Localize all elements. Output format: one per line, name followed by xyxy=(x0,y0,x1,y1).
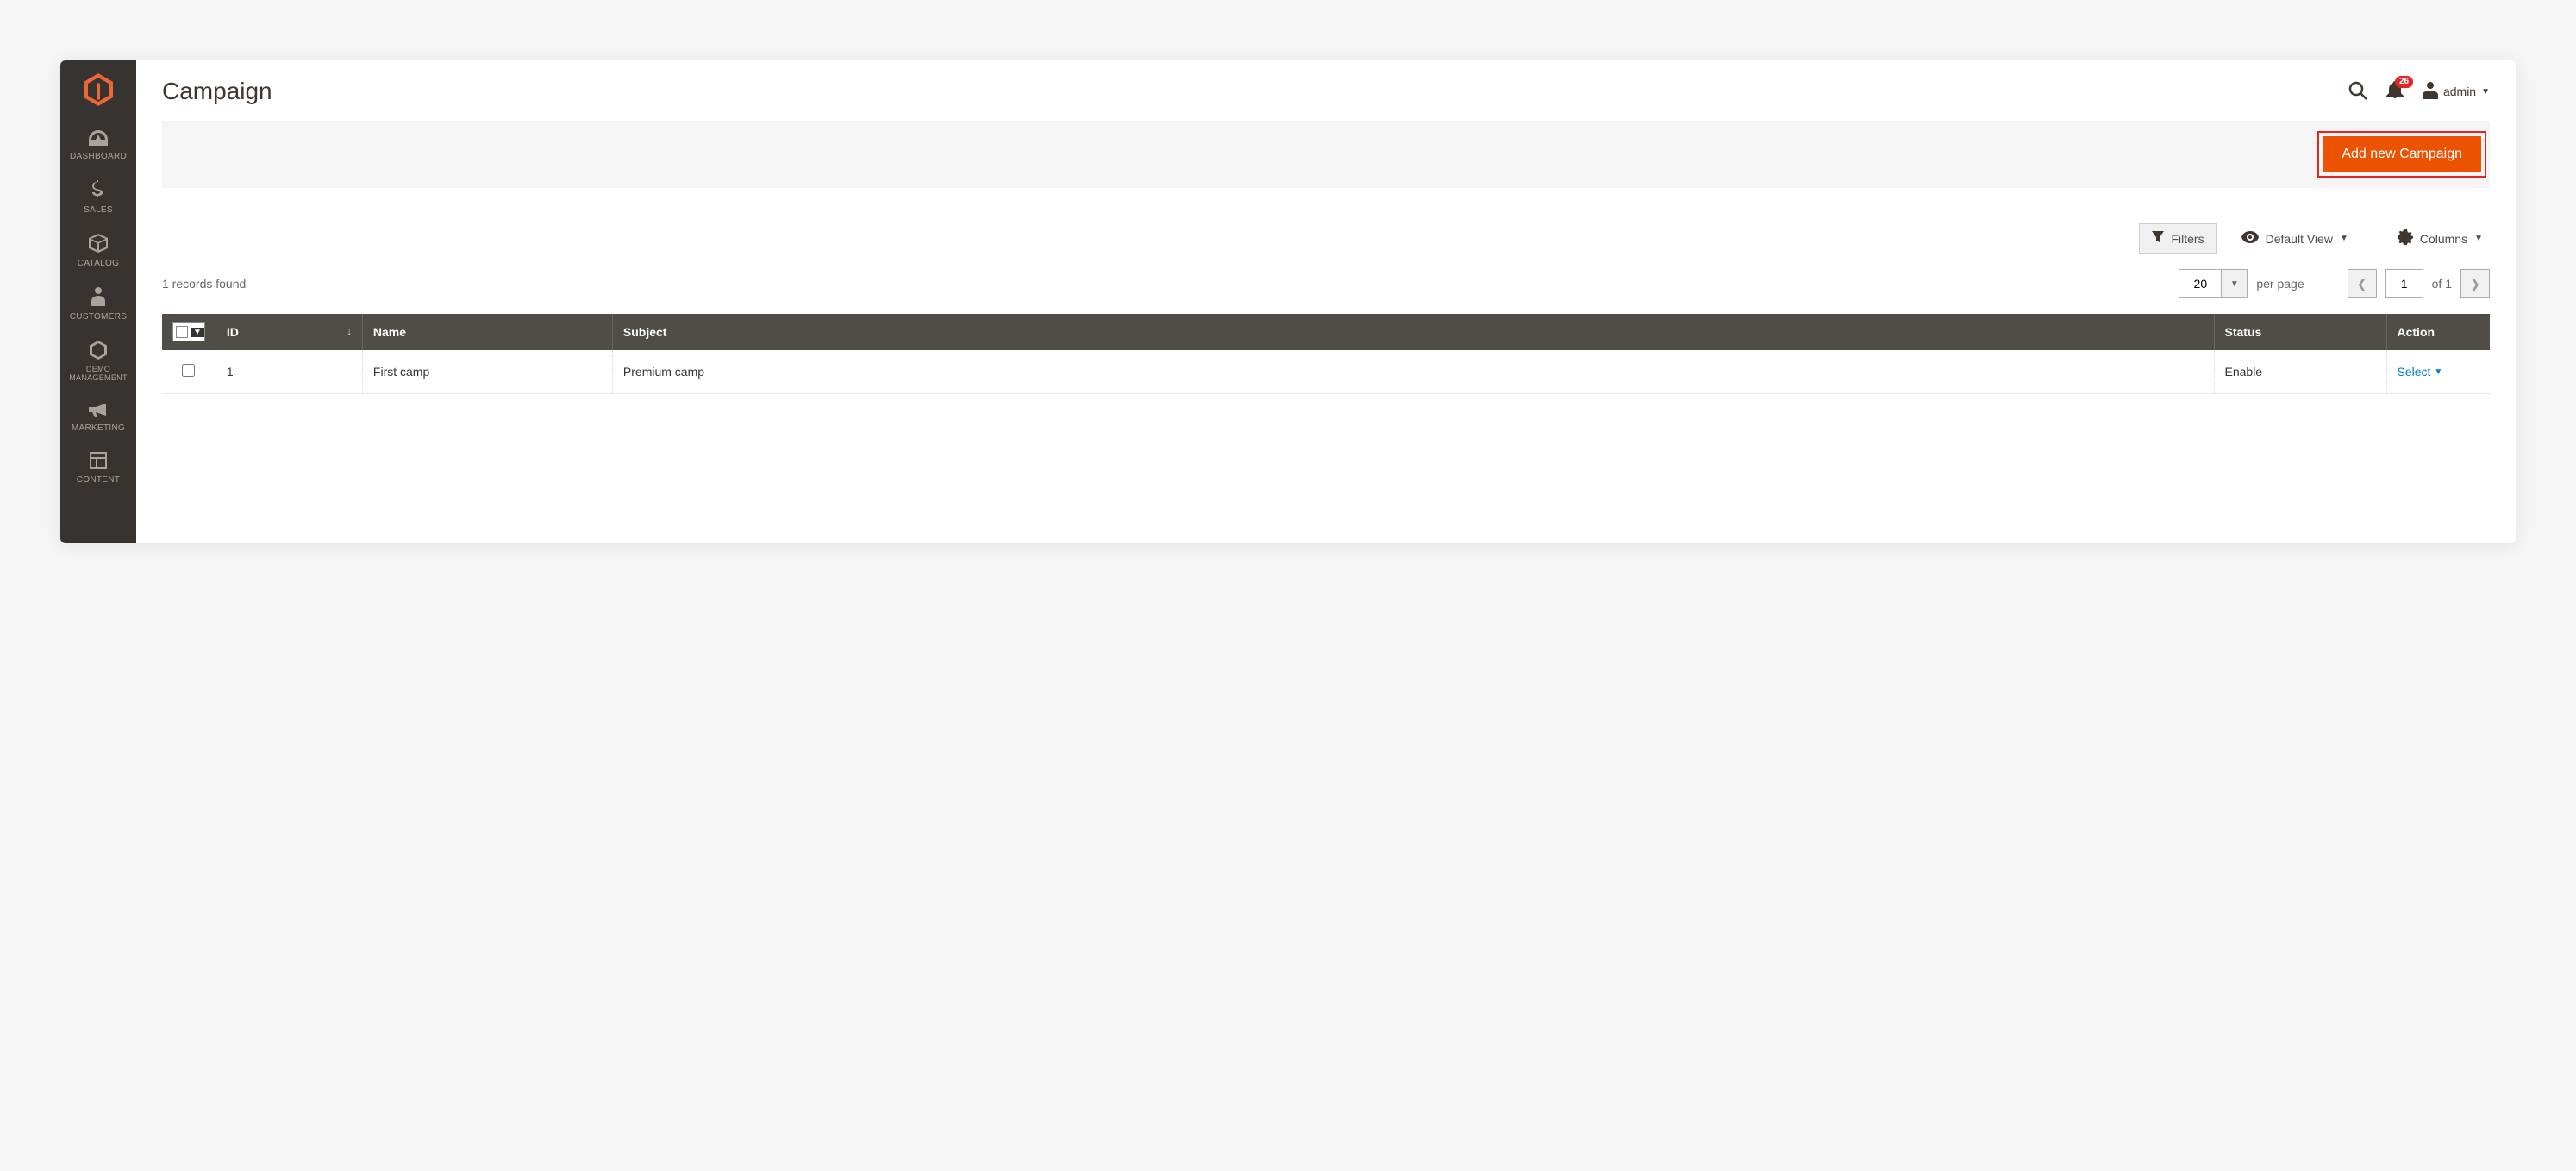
col-name[interactable]: Name xyxy=(362,314,612,350)
grid-toolbar: Filters Default View ▼ Columns ▼ xyxy=(162,223,2490,254)
cell-subject: Premium camp xyxy=(612,350,2214,394)
nav-sales[interactable]: SALES xyxy=(60,172,136,225)
page-title: Campaign xyxy=(162,78,272,105)
caret-down-icon: ▼ xyxy=(2340,234,2348,243)
chevron-left-icon: ❮ xyxy=(2357,277,2367,291)
box-icon xyxy=(60,234,136,255)
col-subject[interactable]: Subject xyxy=(612,314,2214,350)
header-tools: 26 admin ▼ xyxy=(2348,81,2490,103)
cell-name: First camp xyxy=(362,350,612,394)
select-all-header[interactable]: ▼ xyxy=(162,314,216,350)
person-icon xyxy=(60,287,136,309)
app-window: DASHBOARD SALES CATALOG CUSTOMERS DEMO M… xyxy=(60,60,2516,543)
notification-badge: 26 xyxy=(2395,76,2413,88)
main-content: Campaign 26 admin ▼ Add new Campaign xyxy=(136,60,2516,543)
page-number xyxy=(2385,269,2423,298)
nav-demo-management[interactable]: DEMO MANAGEMENT xyxy=(60,332,136,393)
next-page-button[interactable]: ❯ xyxy=(2460,269,2490,298)
sidebar: DASHBOARD SALES CATALOG CUSTOMERS DEMO M… xyxy=(60,60,136,543)
page-size-dropdown[interactable]: ▼ xyxy=(2222,269,2248,298)
of-label: of 1 xyxy=(2432,277,2452,291)
row-action-select[interactable]: Select ▼ xyxy=(2398,365,2443,379)
action-bar: Add new Campaign xyxy=(162,121,2490,189)
cell-action: Select ▼ xyxy=(2386,350,2490,394)
page-size-input[interactable] xyxy=(2179,269,2222,298)
page-header: Campaign 26 admin ▼ xyxy=(136,60,2516,105)
checkbox-icon xyxy=(176,326,188,338)
col-action: Action xyxy=(2386,314,2490,350)
nav-label: SALES xyxy=(84,205,113,215)
columns-selector[interactable]: Columns ▼ xyxy=(2391,229,2490,247)
nav-label: DEMO MANAGEMENT xyxy=(60,366,136,383)
nav-catalog[interactable]: CATALOG xyxy=(60,225,136,279)
nav-label: CATALOG xyxy=(78,259,119,268)
page-size-selector[interactable]: ▼ xyxy=(2179,269,2248,298)
nav-label: DASHBOARD xyxy=(70,152,127,161)
gauge-icon xyxy=(60,130,136,148)
row-checkbox[interactable] xyxy=(182,364,195,377)
nav-customers[interactable]: CUSTOMERS xyxy=(60,279,136,332)
caret-down-icon: ▼ xyxy=(191,328,204,337)
caret-down-icon: ▼ xyxy=(2481,87,2490,97)
table-row: 1 First camp Premium camp Enable Select … xyxy=(162,350,2490,394)
nav-marketing[interactable]: MARKETING xyxy=(60,393,136,443)
prev-page-button[interactable]: ❮ xyxy=(2348,269,2377,298)
cell-status: Enable xyxy=(2214,350,2386,394)
magento-logo-icon[interactable] xyxy=(84,73,113,109)
cell-id: 1 xyxy=(216,350,362,394)
gear-icon xyxy=(2398,229,2413,247)
sort-arrow-icon: ↓ xyxy=(347,327,352,337)
nav-dashboard[interactable]: DASHBOARD xyxy=(60,122,136,172)
funnel-icon xyxy=(2152,231,2164,246)
user-icon xyxy=(2423,82,2438,102)
row-checkbox-cell xyxy=(162,350,216,394)
chevron-right-icon: ❯ xyxy=(2470,277,2480,291)
filters-label: Filters xyxy=(2171,232,2204,246)
table-header-row: ▼ ID ↓ Name Subject Status Action xyxy=(162,314,2490,350)
nav-content[interactable]: CONTENT xyxy=(60,443,136,495)
add-campaign-button[interactable]: Add new Campaign xyxy=(2323,136,2481,172)
notifications-button[interactable]: 26 xyxy=(2386,81,2404,103)
layout-icon xyxy=(60,452,136,472)
page-number-input[interactable] xyxy=(2385,269,2423,298)
nav-label: CUSTOMERS xyxy=(70,312,127,322)
search-button[interactable] xyxy=(2348,81,2367,103)
caret-down-icon: ▼ xyxy=(2474,234,2483,243)
view-selector[interactable]: Default View ▼ xyxy=(2235,231,2355,246)
data-grid: ▼ ID ↓ Name Subject Status Action xyxy=(162,314,2490,394)
hexagon-icon xyxy=(60,341,136,362)
user-name: admin xyxy=(2443,85,2476,98)
filters-button[interactable]: Filters xyxy=(2139,223,2216,254)
eye-icon xyxy=(2241,231,2259,246)
per-page-label: per page xyxy=(2256,277,2304,291)
megaphone-icon xyxy=(60,402,136,420)
col-status[interactable]: Status xyxy=(2214,314,2386,350)
dollar-icon xyxy=(60,180,136,202)
records-found: 1 records found xyxy=(162,277,246,291)
view-label: Default View xyxy=(2266,232,2333,246)
grid-bar: 1 records found ▼ per page ❮ of 1 xyxy=(162,269,2490,298)
user-menu[interactable]: admin ▼ xyxy=(2423,82,2490,102)
nav-label: CONTENT xyxy=(77,475,120,485)
select-all-checkbox[interactable]: ▼ xyxy=(172,322,205,341)
search-icon xyxy=(2348,81,2367,103)
caret-down-icon: ▼ xyxy=(2434,367,2442,377)
caret-down-icon: ▼ xyxy=(2230,279,2239,289)
col-id[interactable]: ID ↓ xyxy=(216,314,362,350)
columns-label: Columns xyxy=(2420,232,2467,246)
nav-label: MARKETING xyxy=(72,423,125,433)
pager: ▼ per page ❮ of 1 ❯ xyxy=(2179,269,2490,298)
